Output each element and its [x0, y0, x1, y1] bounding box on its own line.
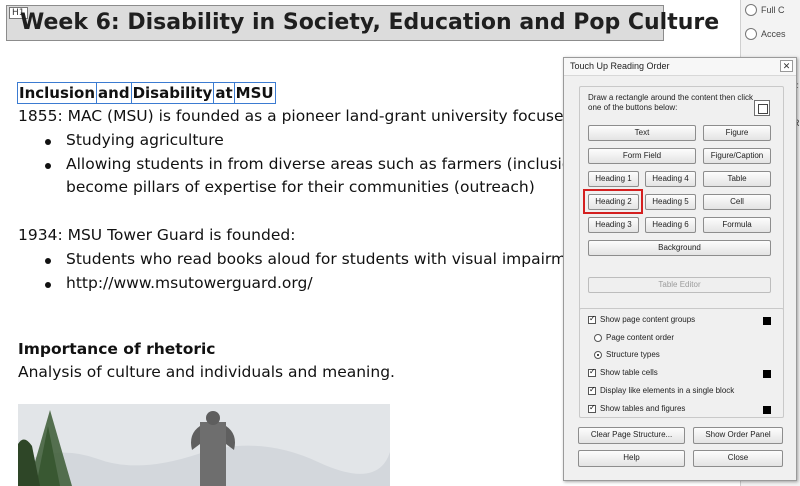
- heading-word: Inclusion: [19, 83, 98, 103]
- show-order-panel-button[interactable]: Show Order Panel: [693, 427, 783, 444]
- cell-button[interactable]: Cell: [703, 194, 771, 210]
- close-button[interactable]: Close: [693, 450, 783, 467]
- bullet-marker: [45, 139, 51, 145]
- heading-word: MSU: [235, 84, 274, 102]
- side-item-full-check[interactable]: Full C: [761, 5, 785, 15]
- page-title: Week 6: Disability in Society, Education…: [20, 10, 720, 35]
- table-button[interactable]: Table: [703, 171, 771, 187]
- heading6-button[interactable]: Heading 6: [645, 217, 696, 233]
- touch-up-reading-order-dialog: Touch Up Reading Order ✕ Draw a rectangl…: [563, 57, 797, 481]
- statue-photo-graphic: [18, 404, 390, 486]
- content-groups-color-swatch[interactable]: [763, 317, 771, 325]
- line-1934: 1934: MSU Tower Guard is founded:: [18, 226, 296, 244]
- bullet-item-continued: become pillars of expertise for their co…: [66, 178, 535, 196]
- heading-word: and: [98, 83, 132, 103]
- display-like-elements-checkbox[interactable]: [588, 385, 596, 395]
- show-tables-figures-checkbox[interactable]: [588, 403, 596, 413]
- structure-types-radio[interactable]: [594, 351, 602, 359]
- table-cells-color-swatch[interactable]: [763, 370, 771, 378]
- heading5-button[interactable]: Heading 5: [645, 194, 696, 210]
- heading-word: at: [215, 83, 235, 103]
- bullet-marker: [45, 282, 51, 288]
- background-button[interactable]: Background: [588, 240, 771, 256]
- close-icon[interactable]: ✕: [780, 60, 793, 72]
- bullet-item: Allowing students in from diverse areas …: [66, 155, 588, 173]
- form-field-button[interactable]: Form Field: [588, 148, 696, 164]
- figure-button[interactable]: Figure: [703, 125, 771, 141]
- bullet-marker: [45, 258, 51, 264]
- bullet-item-link[interactable]: http://www.msutowerguard.org/: [66, 274, 313, 292]
- dialog-titlebar[interactable]: Touch Up Reading Order ✕: [564, 58, 796, 76]
- table-editor-button[interactable]: Table Editor: [588, 277, 771, 293]
- structure-types-label: Structure types: [606, 350, 660, 359]
- selected-heading-words[interactable]: Inclusion and Disability at MSU: [17, 82, 276, 104]
- show-content-groups-label: Show page content groups: [600, 315, 696, 324]
- show-table-cells-label: Show table cells: [600, 368, 658, 377]
- dialog-title: Touch Up Reading Order: [570, 61, 670, 71]
- section-heading-rhetoric: Importance of rhetoric: [18, 340, 216, 358]
- show-tables-figures-label: Show tables and figures: [600, 404, 686, 413]
- page-content-order-radio[interactable]: [594, 334, 602, 342]
- clear-page-structure-button[interactable]: Clear Page Structure...: [578, 427, 685, 444]
- help-button[interactable]: Help: [578, 450, 685, 467]
- bullet-marker: [45, 163, 51, 169]
- side-item-accessibility[interactable]: Acces: [761, 29, 786, 39]
- bullet-item: Students who read books aloud for studen…: [66, 250, 586, 268]
- tables-figures-color-swatch[interactable]: [763, 406, 771, 414]
- display-options-group: [579, 308, 784, 418]
- line-1855: 1855: MAC (MSU) is founded as a pioneer …: [18, 107, 588, 125]
- formula-button[interactable]: Formula: [703, 217, 771, 233]
- heading-word: Disability: [132, 83, 215, 103]
- accessibility-icon: [745, 28, 757, 40]
- figure-caption-button[interactable]: Figure/Caption: [703, 148, 771, 164]
- h1-heading-block[interactable]: H1 Week 6: Disability in Society, Educat…: [6, 5, 719, 41]
- select-region-icon[interactable]: [754, 100, 770, 116]
- dialog-instructions: Draw a rectangle around the content then…: [588, 93, 753, 112]
- section-text-rhetoric: Analysis of culture and individuals and …: [18, 363, 395, 381]
- check-circle-icon: [745, 4, 757, 16]
- heading3-button[interactable]: Heading 3: [588, 217, 639, 233]
- show-table-cells-checkbox[interactable]: [588, 367, 596, 377]
- show-content-groups-checkbox[interactable]: [588, 314, 596, 324]
- bullet-item: Studying agriculture: [66, 131, 224, 149]
- statue-photo: [18, 404, 390, 486]
- heading2-button[interactable]: Heading 2: [588, 194, 639, 210]
- page-content-order-label: Page content order: [606, 333, 675, 342]
- display-like-elements-label: Display like elements in a single block: [600, 386, 735, 395]
- text-button[interactable]: Text: [588, 125, 696, 141]
- heading4-button[interactable]: Heading 4: [645, 171, 696, 187]
- heading1-button[interactable]: Heading 1: [588, 171, 639, 187]
